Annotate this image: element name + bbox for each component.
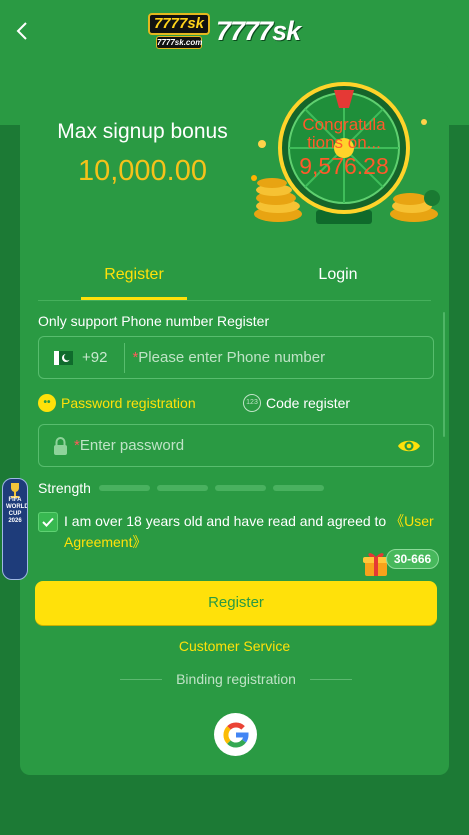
password-registration-label: Password registration [61, 395, 196, 411]
wheel-congrats-line2: tions on... [307, 133, 381, 152]
agreement-checkbox[interactable] [38, 512, 58, 532]
coin-stack-right [390, 190, 440, 222]
logo-text: 7777sk [216, 15, 301, 46]
password-strength: Strength [38, 480, 324, 496]
prize-wheel-banner: Congratula tions on... 9,576.28 [246, 82, 442, 232]
divider [124, 342, 126, 373]
promo-amount: 10,000.00 [77, 155, 207, 187]
lock-icon [54, 436, 67, 455]
country-code[interactable]: +92 [82, 349, 107, 366]
google-signin-button[interactable] [214, 713, 257, 756]
auth-tabs: Register Login [38, 252, 431, 301]
code-icon: 123 [243, 394, 261, 412]
chevron-left-icon [16, 22, 27, 40]
signup-card: Max signup bonus 10,000.00 Congratula ti… [20, 62, 449, 775]
checkmark-icon [42, 517, 54, 527]
password-registration-option[interactable]: •• Password registration [38, 392, 196, 414]
tab-register[interactable]: Register [81, 252, 187, 300]
prize-wheel-illustration: Congratula tions on... 9,576.28 [251, 82, 440, 224]
strength-bar [214, 485, 266, 491]
wheel-congrats-line1: Congratula [302, 115, 386, 134]
strength-bar [156, 485, 208, 491]
gift-reward-badge[interactable]: 30-666 [386, 549, 439, 569]
header: 7777sk 7777sk.com 7777sk [0, 0, 469, 62]
eye-icon[interactable] [397, 436, 421, 456]
scrollbar[interactable] [443, 312, 445, 437]
world-cup-side-banner[interactable]: FIFA WORLD CUP 2026 [2, 478, 28, 580]
phone-placeholder: *Please enter Phone number [132, 349, 326, 366]
customer-service-link[interactable]: Customer Service [20, 638, 449, 654]
back-button[interactable] [8, 14, 36, 48]
promo-title: Max signup bonus [57, 120, 228, 143]
strength-bar [272, 485, 324, 491]
strength-bar [98, 485, 150, 491]
pakistan-flag-icon [54, 350, 73, 365]
tab-login[interactable]: Login [278, 252, 398, 300]
wheel-amount: 9,576.28 [299, 153, 389, 179]
code-register-option[interactable]: 123 Code register [243, 392, 350, 414]
divider [120, 678, 163, 680]
strength-label: Strength [38, 480, 91, 496]
agreement-text: I am over 18 years old and have read and… [64, 513, 434, 550]
binding-divider: Binding registration [120, 671, 353, 687]
password-field[interactable]: *Enter password [38, 424, 434, 467]
brand-logo: 7777sk 7777sk.com 7777sk [148, 8, 301, 54]
logo-badge-bottom: 7777sk.com [156, 36, 203, 49]
side-banner-text: FIFA WORLD CUP 2026 [6, 497, 28, 524]
active-tab-indicator [81, 297, 187, 300]
logo-badge: 7777sk 7777sk.com [148, 11, 210, 51]
divider [309, 678, 353, 680]
password-dots-icon: •• [38, 394, 56, 412]
phone-field[interactable]: +92 *Please enter Phone number [38, 336, 434, 379]
phone-only-notice: Only support Phone number Register [38, 313, 270, 329]
code-register-label: Code register [266, 395, 351, 411]
password-placeholder: *Enter password [74, 437, 185, 454]
google-icon [222, 721, 249, 748]
register-button[interactable]: Register [35, 581, 437, 625]
logo-badge-top: 7777sk [148, 13, 210, 35]
binding-registration-label: Binding registration [176, 671, 296, 687]
